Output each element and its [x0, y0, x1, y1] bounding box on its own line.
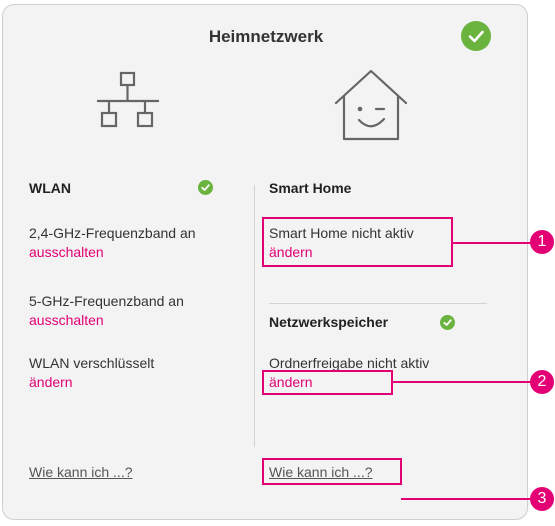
column-divider [254, 185, 255, 447]
smart-home-status: Smart Home nicht aktiv [269, 225, 414, 241]
callout-badge-3: 3 [530, 487, 554, 511]
network-icon [97, 71, 159, 128]
wlan-encryption-change-link[interactable]: ändern [29, 373, 73, 391]
panel-title: Heimnetzwerk [208, 27, 324, 46]
callout-badge-1: 1 [530, 230, 554, 254]
smart-home-heading: Smart Home [269, 180, 352, 196]
smart-home-icon [334, 69, 408, 141]
wlan-encryption-status: WLAN verschlüsselt [29, 355, 155, 371]
storage-help-link[interactable]: Wie kann ich ...? [269, 464, 373, 480]
wlan-heading: WLAN [29, 180, 71, 196]
storage-check-icon [440, 315, 455, 330]
callout-line-1 [452, 242, 532, 244]
wlan-24ghz-toggle-link[interactable]: ausschalten [29, 243, 104, 261]
smart-home-change-link[interactable]: ändern [269, 243, 313, 261]
callout-line-2 [392, 381, 532, 383]
callout-line-3 [401, 498, 532, 500]
check-circle-icon [461, 21, 491, 51]
callout-badge-2: 2 [530, 370, 554, 394]
storage-heading: Netzwerkspeicher [269, 314, 389, 330]
wlan-5ghz-toggle-link[interactable]: ausschalten [29, 311, 104, 329]
wlan-5ghz-status: 5-GHz-Frequenzband an [29, 293, 184, 309]
home-network-panel: Heimnetzwerk WLAN 2,4-GHz-Frequenzband a [2, 4, 528, 520]
wlan-check-icon [198, 180, 213, 195]
wlan-24ghz-status: 2,4-GHz-Frequenzband an [29, 225, 196, 241]
section-divider [269, 303, 487, 304]
wlan-help-link[interactable]: Wie kann ich ...? [29, 464, 133, 480]
storage-change-link[interactable]: ändern [269, 373, 313, 391]
